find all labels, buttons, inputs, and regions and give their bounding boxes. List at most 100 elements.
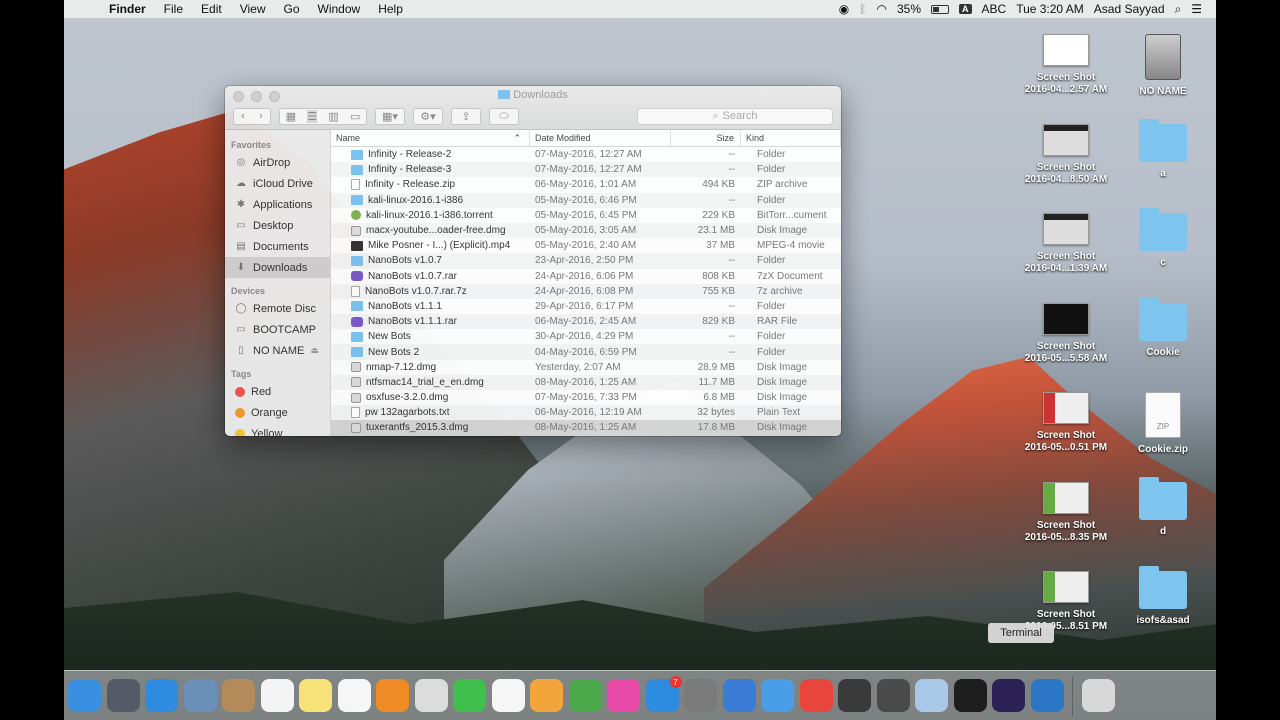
eject-icon[interactable]: ⏏ — [310, 345, 319, 356]
desktop-icon-item[interactable]: d — [1118, 476, 1208, 538]
file-row[interactable]: Mike Posner - I...) (Explicit).mp4 05-May… — [331, 238, 841, 253]
sidebar-item-remote-disc[interactable]: ◯ Remote Disc — [225, 298, 330, 319]
file-row[interactable]: Infinity - Release-3 07-May-2016, 12:27 A… — [331, 162, 841, 178]
desktop-icon-item[interactable]: Screen Shot 2016-05...8.35 PM — [1021, 481, 1111, 544]
desktop-icon-item[interactable]: Screen Shot 2016-04...1.39 AM — [1021, 213, 1111, 275]
facetime-icon[interactable] — [453, 679, 486, 712]
user-name[interactable]: Asad Sayyad — [1094, 2, 1165, 16]
tags-button[interactable]: ⬭ — [489, 107, 519, 125]
contacts-icon[interactable] — [222, 679, 255, 712]
file-row[interactable]: nmap-7.12.dmg Yesterday, 2:07 AM 28.9 MB Di… — [331, 360, 841, 375]
terminal-icon[interactable] — [953, 679, 987, 712]
file-row[interactable]: Infinity - Release-2 07-May-2016, 12:27 A… — [331, 147, 841, 162]
menu-view[interactable]: View — [231, 2, 275, 16]
file-row[interactable]: NanoBots v1.0.7.rar.7z 24-Apr-2016, 6:08 … — [331, 283, 841, 299]
file-row[interactable]: NanoBots v1.1.1.rar 06-May-2016, 2:45 AM 8… — [331, 314, 841, 330]
sidebar-item-tag-red[interactable]: Red — [225, 381, 330, 402]
input-source-label[interactable]: ABC — [982, 2, 1007, 16]
sidebar-item-icloud-drive[interactable]: ☁ iCloud Drive — [225, 173, 330, 194]
desktop-icon-item[interactable]: ZIP Cookie.zip — [1118, 392, 1208, 456]
file-row[interactable]: tuxerantfs_2015.3.dmg 08-May-2016, 1:25 A… — [331, 420, 841, 436]
input-source-badge[interactable]: A — [959, 4, 972, 14]
menu-file[interactable]: File — [155, 2, 192, 16]
keynote-icon[interactable] — [722, 679, 756, 712]
arrange-button[interactable]: ▦▾ — [375, 107, 405, 125]
wifi-icon[interactable]: ◠ — [876, 2, 886, 16]
file-row[interactable]: pw 132agarbots.txt 06-May-2016, 12:19 AM 3… — [331, 405, 841, 421]
file-row[interactable]: New Bots 30-Apr-2016, 4:29 PM -- Folder — [331, 329, 841, 344]
safari-icon[interactable] — [145, 679, 178, 712]
trash-icon[interactable] — [1081, 679, 1115, 712]
column-header-kind[interactable]: Kind — [741, 130, 841, 146]
search-field[interactable]: ⌕ Search — [637, 107, 833, 125]
sidebar-item-no-name[interactable]: ▯ NO NAME ⏏ — [225, 340, 330, 361]
menu-edit[interactable]: Edit — [192, 2, 231, 16]
desktop-icon-item[interactable]: isofs&asad — [1118, 566, 1208, 627]
sidebar-item-applications[interactable]: ✱ Applications — [225, 194, 330, 215]
coverflow-view-button[interactable]: ▭ — [350, 110, 360, 123]
launchpad-icon[interactable] — [106, 679, 140, 712]
menu-window[interactable]: Window — [309, 2, 370, 16]
icon-view-button[interactable]: ▦ — [286, 110, 296, 123]
spotlight-icon[interactable]: ⌕ — [1175, 2, 1182, 17]
menu-go[interactable]: Go — [275, 2, 309, 16]
system-preferences-icon[interactable] — [684, 679, 717, 712]
file-row[interactable]: NanoBots v1.0.7.rar 24-Apr-2016, 6:06 PM 8… — [331, 269, 841, 284]
sidebar-item-documents[interactable]: ▤ Documents — [225, 236, 330, 257]
file-row[interactable]: NanoBots v1.1.1 29-Apr-2016, 6:17 PM -- Fol… — [331, 299, 841, 314]
notes-icon[interactable] — [299, 679, 332, 712]
desktop-icon-item[interactable]: Screen Shot 2016-04...2.57 AM — [1021, 34, 1111, 96]
file-row[interactable]: osxfuse-3.2.0.dmg 07-May-2016, 7:33 PM 6.8… — [331, 390, 841, 405]
desktop-icon-item[interactable]: NO NAME — [1118, 34, 1208, 98]
messages-icon[interactable] — [761, 679, 794, 712]
column-header-name[interactable]: Name ⌃ — [331, 130, 530, 146]
photo-booth-icon[interactable] — [414, 679, 448, 712]
desktop-icon-item[interactable]: Screen Shot 2016-05...0.51 PM — [1021, 392, 1111, 454]
file-row[interactable]: kali-linux-2016.1-i386 05-May-2016, 6:46 … — [331, 192, 841, 208]
reminders-icon[interactable] — [337, 679, 371, 712]
desktop-icon-item[interactable]: Screen Shot 2016-04...8.50 AM — [1021, 123, 1111, 186]
clock[interactable]: Tue 3:20 AM — [1016, 2, 1084, 16]
desktop-icon-item[interactable]: Cookie — [1118, 297, 1208, 359]
menu-help[interactable]: Help — [369, 2, 412, 16]
window-titlebar[interactable]: Downloads ‹ › ▦ ☰ ▥ ▭ ▦▾ ⚙▾ ⇪ ⬭ ⌕ Search — [225, 86, 841, 130]
bluetooth-icon[interactable]: ᛒ — [859, 2, 866, 16]
desktop-icon-item[interactable]: a — [1118, 118, 1208, 180]
file-row[interactable]: Infinity - Release.zip 06-May-2016, 1:01 … — [331, 177, 841, 192]
menu-finder[interactable]: Finder — [100, 2, 155, 16]
column-header-size[interactable]: Size — [671, 130, 741, 146]
numbers-icon[interactable] — [568, 679, 602, 712]
app-store-icon[interactable]: 7 — [645, 676, 682, 712]
virtualbox-icon[interactable] — [915, 679, 948, 712]
share-button[interactable]: ⇪ — [451, 107, 481, 125]
ibooks-icon[interactable] — [376, 679, 409, 712]
list-view-button[interactable]: ☰ — [307, 109, 318, 123]
eclipse-icon[interactable] — [992, 679, 1025, 712]
column-view-button[interactable]: ▥ — [328, 110, 338, 123]
battery-icon[interactable] — [931, 4, 949, 14]
notification-center-icon[interactable]: ☰ — [1191, 2, 1202, 16]
file-row[interactable]: macx-youtube...oader-free.dmg 05-May-2016… — [331, 222, 841, 239]
sidebar-item-airdrop[interactable]: ◎ AirDrop — [225, 152, 330, 173]
calendar-icon[interactable] — [260, 679, 294, 712]
screen-record-icon[interactable]: ◉ — [839, 2, 849, 16]
column-header-date[interactable]: Date Modified — [530, 130, 671, 146]
quicktime-icon[interactable] — [1030, 679, 1064, 712]
sidebar-item-tag-orange[interactable]: Orange — [225, 402, 330, 423]
preview-icon[interactable] — [183, 679, 217, 712]
desktop-icon-item[interactable]: Screen Shot 2016-05...5.58 AM — [1021, 302, 1111, 365]
photos-icon[interactable] — [491, 679, 525, 712]
file-row[interactable]: New Bots 2 04-May-2016, 6:59 PM -- Folder — [331, 344, 841, 360]
back-button[interactable]: ‹ — [241, 110, 245, 122]
sidebar-item-downloads[interactable]: ⬇ Downloads — [225, 257, 330, 278]
sidebar-item-desktop[interactable]: ▭ Desktop — [225, 215, 330, 236]
file-row[interactable]: NanoBots v1.0.7 23-Apr-2016, 2:50 PM -- Fol… — [331, 253, 841, 269]
file-row[interactable]: ntfsmac14_trial_e_en.dmg 08-May-2016, 1:2… — [331, 374, 841, 390]
hand-tool-icon[interactable] — [838, 679, 871, 712]
itunes-icon[interactable] — [607, 679, 640, 712]
forward-button[interactable]: › — [259, 110, 263, 122]
finder-icon[interactable] — [68, 679, 101, 712]
desktop-icon-item[interactable]: c — [1118, 208, 1208, 269]
pages-icon[interactable] — [530, 679, 563, 712]
action-gear-button[interactable]: ⚙▾ — [413, 107, 443, 125]
